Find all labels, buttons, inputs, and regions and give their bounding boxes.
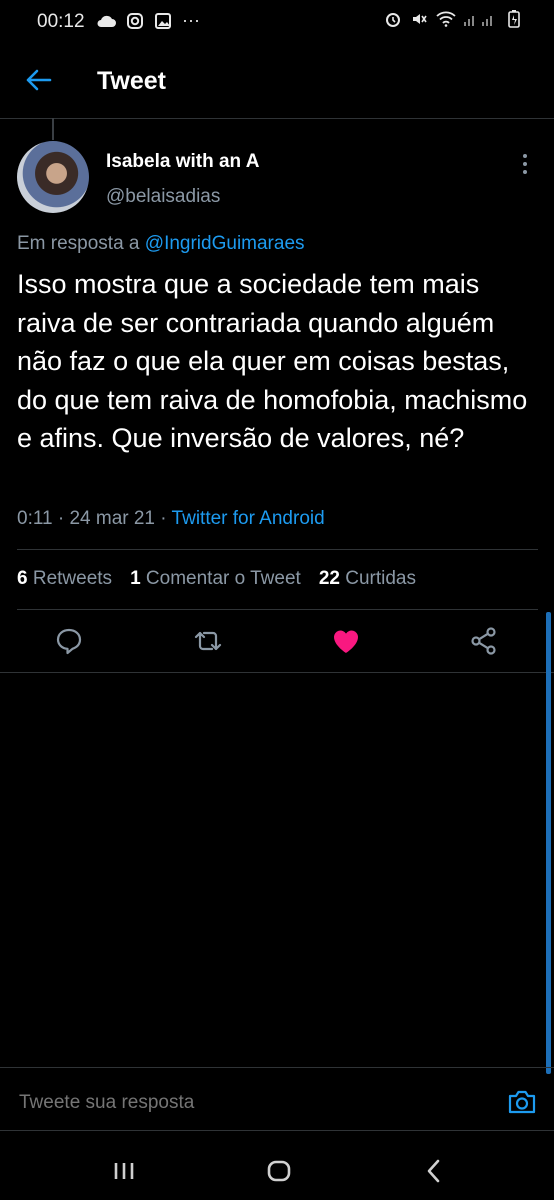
tweet-text: Isso mostra que a sociedade tem mais rai… [17, 269, 528, 453]
retweets-stat[interactable]: 6 Retweets [17, 568, 112, 590]
divider [17, 549, 538, 550]
instagram-icon [127, 12, 143, 29]
cloud-icon [97, 15, 116, 27]
signal-icon [464, 16, 492, 26]
page-title: Tweet [97, 67, 166, 95]
back-arrow-icon[interactable] [24, 66, 52, 94]
heart-icon[interactable] [331, 626, 361, 656]
system-nav-bar [0, 1132, 554, 1200]
alarm-icon [386, 13, 400, 27]
status-notifications: ··· [96, 10, 200, 31]
likes-label: Curtidas [345, 568, 416, 589]
wifi-icon [436, 11, 456, 27]
status-time: 00:12 [37, 11, 85, 32]
author-avatar[interactable] [17, 141, 89, 213]
tweet-timestamp: 0:11 · 24 mar 21 · [17, 508, 172, 529]
more-vertical-icon[interactable] [520, 153, 530, 175]
top-app-bar: Tweet [0, 44, 554, 119]
quote-stat[interactable]: 1 Comentar o Tweet [130, 568, 301, 590]
scrollbar[interactable] [546, 612, 551, 1074]
reply-mention-link[interactable]: @IngridGuimaraes [145, 233, 305, 254]
reply-input[interactable] [17, 1091, 266, 1115]
more-notifications-icon: ··· [182, 10, 200, 30]
author-handle[interactable]: @belaisadias [106, 186, 220, 208]
share-icon[interactable] [469, 626, 499, 656]
reply-icon[interactable] [54, 626, 84, 656]
quote-count: 1 [130, 568, 141, 589]
retweet-icon[interactable] [193, 626, 223, 656]
home-icon[interactable] [264, 1156, 294, 1186]
battery-icon [508, 10, 520, 28]
status-system-icons [384, 10, 520, 28]
nav-back-icon[interactable] [419, 1156, 449, 1186]
recent-apps-icon[interactable] [109, 1156, 139, 1186]
mute-icon [413, 14, 427, 24]
quote-label: Comentar o Tweet [145, 568, 301, 589]
reply-context: Em resposta a @IngridGuimaraes [17, 233, 305, 255]
tweet-actions [0, 610, 554, 673]
retweets-count: 6 [17, 568, 28, 589]
thread-connector [52, 118, 54, 140]
tweet-stats: 6 Retweets 1 Comentar o Tweet 22 Curtida… [17, 568, 416, 590]
likes-stat[interactable]: 22 Curtidas [319, 568, 416, 590]
tweet-source-link[interactable]: Twitter for Android [172, 508, 325, 529]
retweets-label: Retweets [32, 568, 113, 589]
tweet-meta: 0:11 · 24 mar 21 · Twitter for Android [17, 508, 325, 530]
reply-prefix: Em resposta a [17, 233, 145, 254]
likes-count: 22 [318, 568, 340, 589]
status-bar: 00:12 ··· [0, 0, 554, 44]
gallery-icon [155, 12, 171, 29]
camera-icon[interactable] [506, 1086, 538, 1118]
author-name[interactable]: Isabela with an A [106, 151, 259, 173]
